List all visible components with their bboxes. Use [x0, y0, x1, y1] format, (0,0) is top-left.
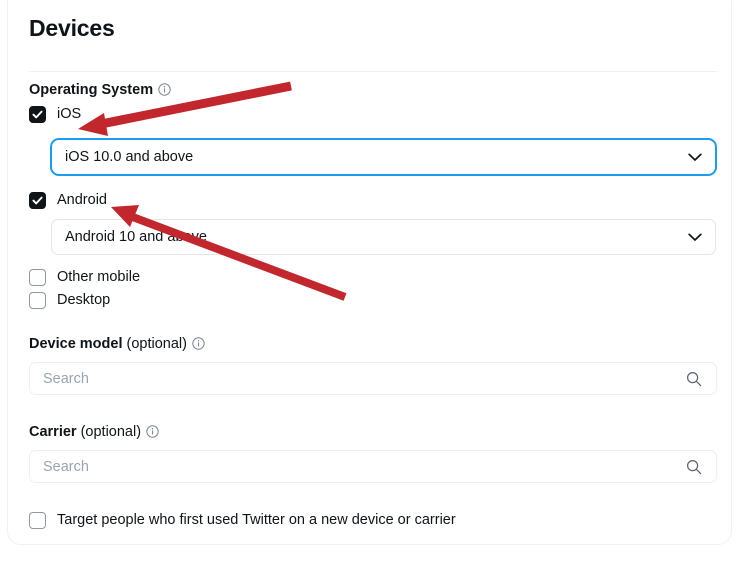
device-model-optional-text: (optional)	[126, 336, 187, 352]
info-circle-icon[interactable]	[192, 337, 205, 350]
header-divider	[29, 71, 717, 72]
ios-version-select[interactable]: iOS 10.0 and above	[50, 138, 717, 176]
info-circle-icon[interactable]	[146, 425, 159, 438]
checkbox-label-ios: iOS	[57, 106, 82, 122]
chevron-down-icon[interactable]	[688, 233, 702, 242]
device-model-label: Device model (optional)	[29, 335, 205, 353]
checkbox-row-desktop[interactable]: Desktop	[29, 291, 110, 309]
device-model-search-placeholder: Search	[43, 370, 89, 387]
operating-system-label-text: Operating System	[29, 82, 154, 98]
checkbox-label-other-mobile: Other mobile	[57, 269, 141, 285]
page-title: Devices	[29, 15, 115, 41]
ios-version-select-value: iOS 10.0 and above	[65, 149, 194, 165]
android-version-select[interactable]: Android 10 and above	[51, 219, 716, 255]
checkbox-label-desktop: Desktop	[57, 292, 111, 308]
checkbox-unchecked-icon[interactable]	[29, 291, 46, 309]
checkbox-unchecked-icon[interactable]	[29, 511, 46, 529]
checkbox-row-ios[interactable]: iOS	[29, 105, 81, 123]
checkbox-checked-icon[interactable]	[29, 191, 46, 209]
checkbox-checked-icon[interactable]	[29, 105, 46, 123]
devices-card: Devices Operating System iOS iOS 10.0 an…	[7, 0, 732, 545]
checkbox-row-android[interactable]: Android	[29, 191, 107, 209]
carrier-search-input[interactable]: Search	[29, 450, 717, 483]
operating-system-label: Operating System	[29, 81, 171, 99]
devices-panel-screen: Devices Operating System iOS iOS 10.0 an…	[0, 0, 740, 575]
search-icon[interactable]	[686, 371, 702, 387]
checkbox-row-other-mobile[interactable]: Other mobile	[29, 268, 140, 286]
device-model-label-text: Device model	[29, 336, 123, 352]
search-icon[interactable]	[686, 459, 702, 475]
checkbox-row-new-device-or-carrier[interactable]: Target people who first used Twitter on …	[29, 511, 456, 529]
carrier-optional-text: (optional)	[80, 424, 142, 440]
carrier-label: Carrier (optional)	[29, 423, 159, 441]
info-circle-icon[interactable]	[158, 83, 171, 96]
device-model-search-input[interactable]: Search	[29, 362, 717, 395]
android-version-select-value: Android 10 and above	[65, 229, 207, 245]
carrier-label-text: Carrier	[29, 424, 77, 440]
chevron-down-icon[interactable]	[688, 153, 702, 162]
carrier-search-placeholder: Search	[43, 458, 89, 475]
checkbox-label-android: Android	[57, 192, 107, 208]
checkbox-unchecked-icon[interactable]	[29, 268, 46, 286]
checkbox-label-new-device-or-carrier: Target people who first used Twitter on …	[57, 512, 456, 528]
